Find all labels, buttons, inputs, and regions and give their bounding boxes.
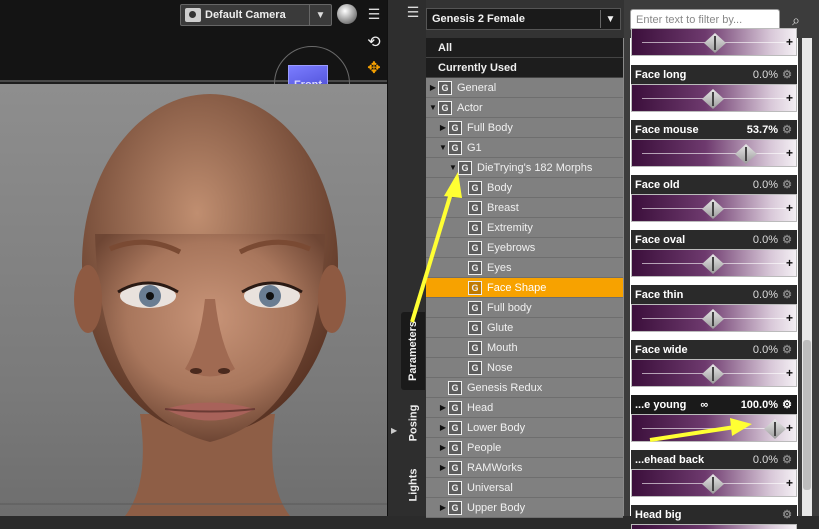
annotation-arrowhead-slider	[730, 418, 752, 436]
annotation-arrowhead-tree	[444, 172, 462, 198]
annotation-arrow-slider	[649, 425, 736, 442]
annotation-arrows	[410, 172, 752, 442]
annotation-arrow-tree	[410, 189, 454, 323]
slider-track[interactable]: +	[631, 524, 797, 529]
